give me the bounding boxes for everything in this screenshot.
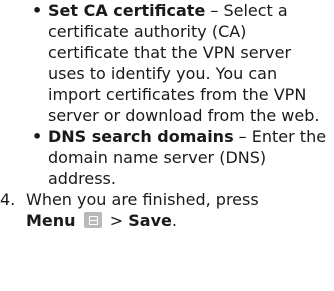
save-label: Save bbox=[128, 211, 172, 230]
term-set-ca-certificate: Set CA certificate bbox=[48, 1, 206, 20]
menu-key-icon bbox=[83, 212, 102, 228]
step-period: . bbox=[171, 211, 177, 230]
menu-key-label: Menu bbox=[26, 211, 76, 230]
bullet-dns-search-domains: • DNS search domains – Enter the domain … bbox=[0, 126, 334, 189]
bullet-marker: • bbox=[32, 1, 43, 20]
step-text: When you are finished, press bbox=[26, 190, 259, 209]
menu-separator: > bbox=[109, 211, 124, 230]
bullet-marker: • bbox=[32, 127, 43, 146]
manual-page: • Set CA certificate – Select a certific… bbox=[0, 0, 334, 231]
step-number: 4. bbox=[0, 190, 16, 209]
step-4: 4. When you are finished, press Menu > S… bbox=[0, 189, 334, 231]
bullet-set-ca-certificate: • Set CA certificate – Select a certific… bbox=[0, 0, 334, 126]
term-dns-search-domains: DNS search domains bbox=[48, 127, 234, 146]
